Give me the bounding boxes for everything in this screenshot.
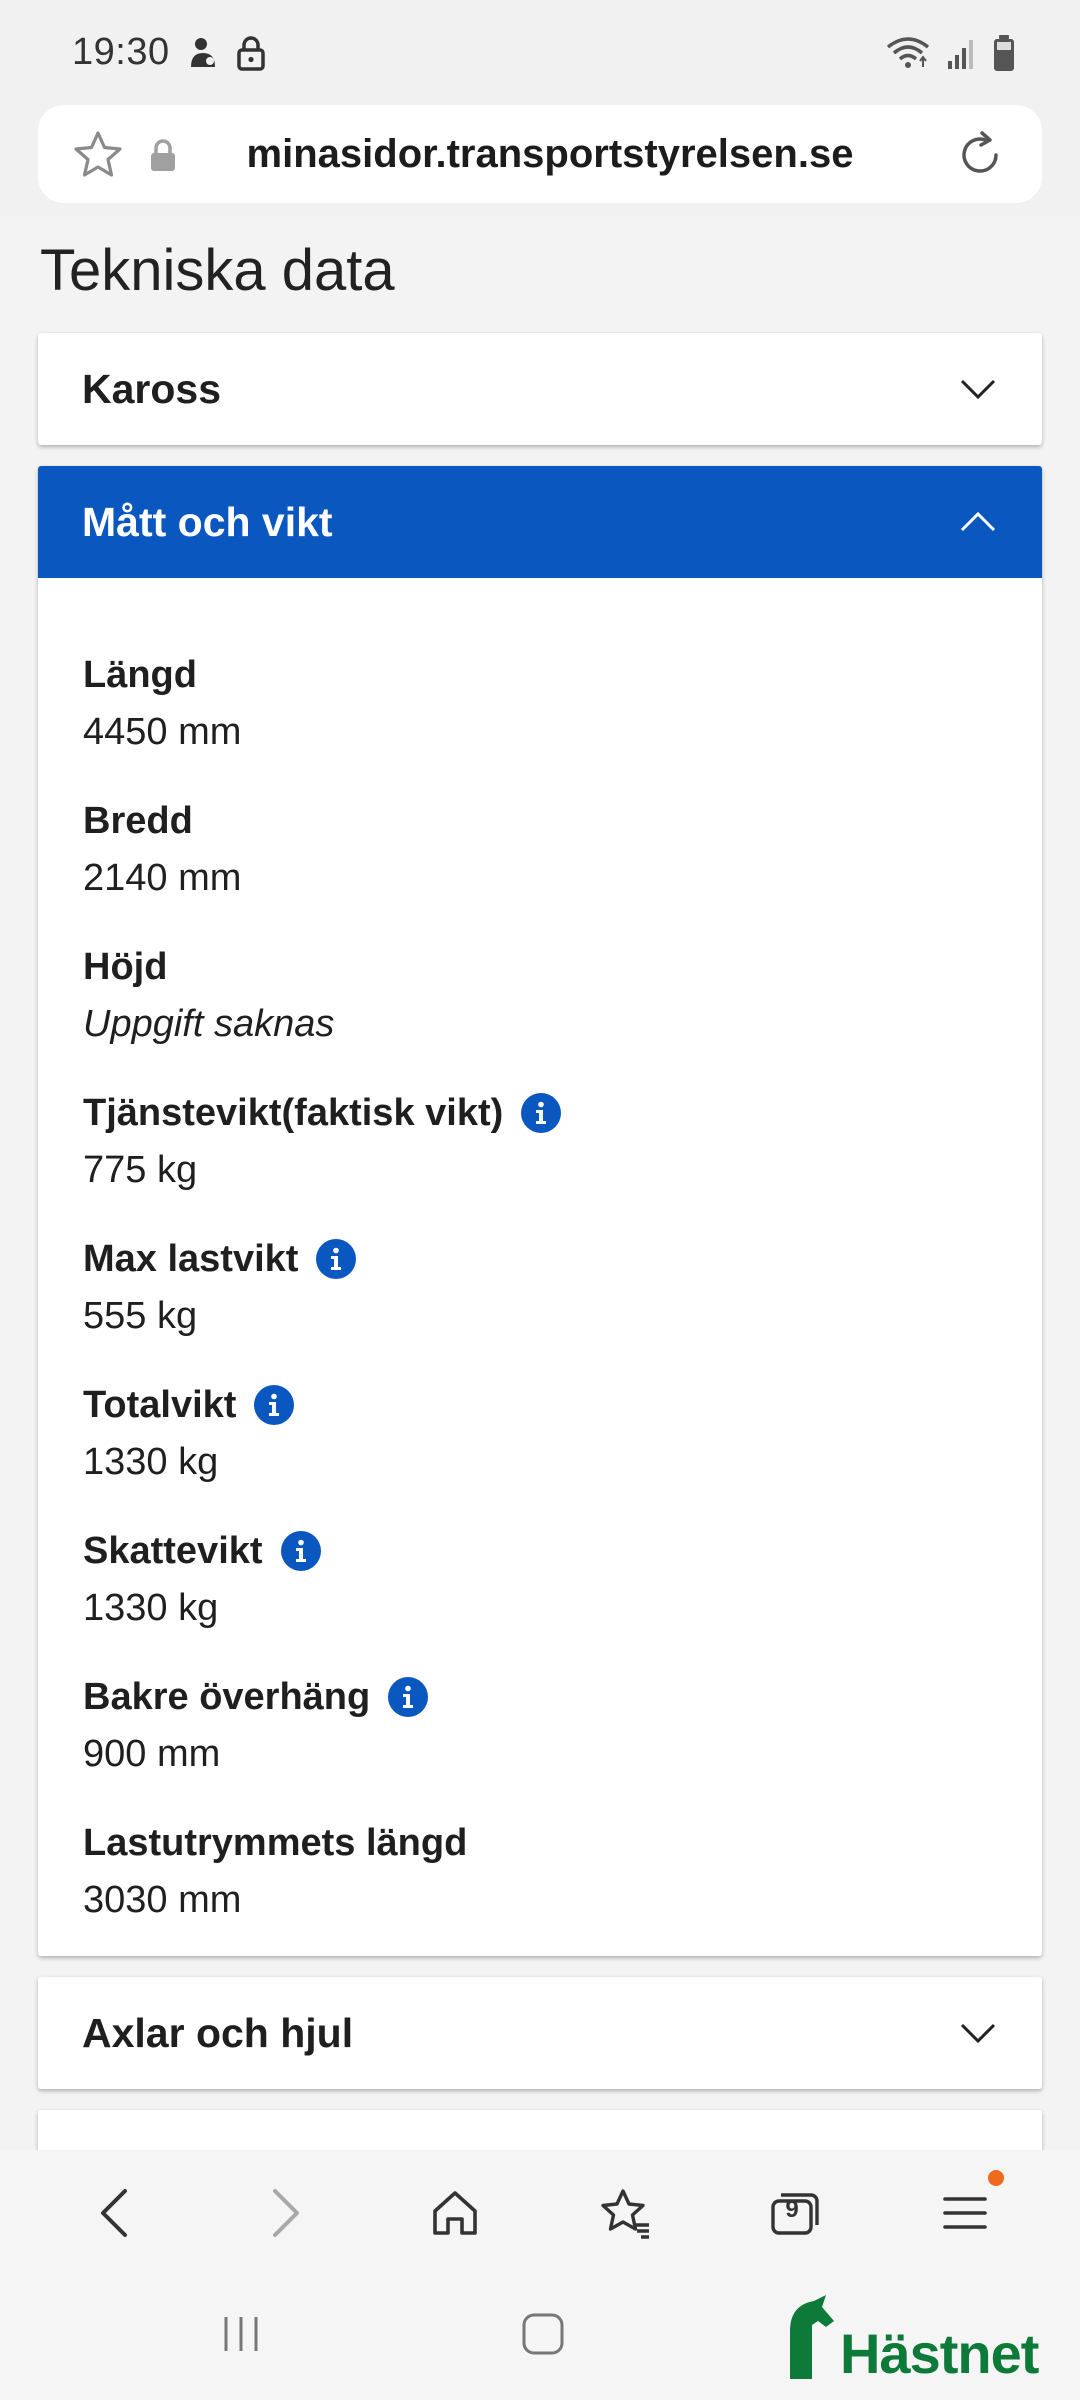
field-value: 1330 kg	[83, 1587, 219, 1629]
field-label-text: Tjänstevikt(faktisk vikt)	[83, 1091, 504, 1134]
field-value: 900 mm	[83, 1733, 221, 1775]
status-time: 19:30	[72, 31, 170, 73]
menu-button[interactable]	[920, 2168, 1010, 2258]
field-value: 1330 kg	[83, 1441, 219, 1483]
browser-bottom-nav: 9	[0, 2150, 1080, 2275]
lock-status-icon	[236, 35, 265, 71]
battery-icon	[994, 34, 1014, 71]
field-label-text: Skattevikt	[83, 1529, 263, 1572]
bookmarks-button[interactable]	[580, 2168, 670, 2258]
home-button[interactable]	[410, 2168, 500, 2258]
field-label-text: Lastutrymmets längd	[83, 1821, 468, 1864]
field-value: 4450 mm	[83, 711, 242, 753]
horse-logo-icon	[790, 2295, 834, 2379]
field-value: 555 kg	[83, 1295, 198, 1337]
field-label: Höjd	[83, 940, 998, 994]
accordion-kaross: Kaross	[38, 333, 1042, 445]
field-label: Lastutrymmets längd	[83, 1816, 998, 1870]
wifi-icon	[886, 36, 930, 68]
page-content: Tekniska data Kaross Mått och vikt Längd…	[0, 215, 1080, 2150]
bookmarks-star-icon	[601, 2188, 649, 2239]
field-label: Tjänstevikt(faktisk vikt)	[83, 1086, 998, 1140]
field-value-missing: Uppgift saknas	[83, 1003, 335, 1045]
chevron-down-icon	[960, 2023, 996, 2044]
field-value: 775 kg	[83, 1149, 198, 1191]
accordion-title: Kaross	[82, 365, 222, 412]
accordion-header-axlar-och-hjul[interactable]: Axlar och hjul	[38, 1977, 1042, 2089]
field-value: 2140 mm	[83, 857, 242, 899]
info-icon[interactable]	[388, 1677, 429, 1717]
field-value: 3030 mm	[83, 1879, 242, 1921]
accordion-header-matt-och-vikt[interactable]: Mått och vikt	[38, 466, 1042, 578]
accordion-title: Axlar och hjul	[82, 2009, 354, 2056]
info-icon[interactable]	[254, 1385, 295, 1425]
field-label-text: Höjd	[83, 945, 168, 988]
accordion-axlar-och-hjul: Axlar och hjul	[38, 1977, 1042, 2089]
tabs-button[interactable]: 9	[750, 2168, 840, 2258]
watermark-text: Hästnet	[840, 2322, 1039, 2385]
url-text[interactable]: minasidor.transportstyrelsen.se	[198, 105, 902, 203]
system-home-icon[interactable]	[520, 2311, 566, 2357]
field-bredd: Bredd 2140 mm	[83, 794, 998, 908]
field-label: Skattevikt	[83, 1524, 998, 1578]
forward-arrow-icon	[273, 2188, 299, 2237]
field-skattevikt: Skattevikt 1330 kg	[83, 1524, 998, 1638]
info-icon[interactable]	[280, 1531, 321, 1571]
field-label: Bakre överhäng	[83, 1670, 998, 1724]
app-notification-icon	[190, 37, 215, 67]
accordion-next-partial[interactable]	[38, 2110, 1042, 2150]
bookmark-star-icon[interactable]	[72, 129, 124, 181]
field-label-text: Max lastvikt	[83, 1237, 299, 1280]
status-right	[886, 33, 1016, 73]
field-tjanstevikt: Tjänstevikt(faktisk vikt) 775 kg	[83, 1086, 998, 1200]
signal-icon	[948, 39, 973, 69]
home-icon	[433, 2190, 477, 2235]
tabs-count: 9	[785, 2195, 799, 2223]
field-label-text: Bakre överhäng	[83, 1675, 371, 1718]
field-label-text: Längd	[83, 653, 197, 696]
field-hojd: Höjd Uppgift saknas	[83, 940, 998, 1054]
field-lastutrymmets-langd: Lastutrymmets längd 3030 mm	[83, 1816, 998, 1930]
secure-lock-icon[interactable]	[148, 137, 178, 173]
hastnet-watermark: Hästnet	[780, 2285, 1040, 2385]
accordion-header-kaross[interactable]: Kaross	[38, 333, 1042, 445]
recent-apps-icon[interactable]	[218, 2311, 264, 2357]
field-max-lastvikt: Max lastvikt 555 kg	[83, 1232, 998, 1346]
forward-button[interactable]	[240, 2168, 330, 2258]
field-label: Längd	[83, 648, 998, 702]
chevron-up-icon	[960, 511, 996, 532]
field-langd: Längd 4450 mm	[83, 648, 998, 762]
field-label: Max lastvikt	[83, 1232, 998, 1286]
field-label-text: Totalvikt	[83, 1383, 237, 1426]
address-bar[interactable]: minasidor.transportstyrelsen.se	[38, 105, 1042, 203]
info-icon[interactable]	[316, 1239, 357, 1279]
field-label: Bredd	[83, 794, 998, 848]
status-left: 19:30	[72, 31, 266, 74]
status-bar: 19:30	[0, 0, 1080, 105]
field-label: Totalvikt	[83, 1378, 998, 1432]
browser-toolbar: minasidor.transportstyrelsen.se	[0, 105, 1080, 215]
accordion-body: Längd 4450 mm Bredd 2140 mm Höjd Uppgift…	[38, 578, 1042, 2012]
back-button[interactable]	[70, 2168, 160, 2258]
menu-icon	[943, 2196, 987, 2229]
chevron-down-icon	[960, 379, 996, 400]
field-label-text: Bredd	[83, 799, 193, 842]
accordion-title: Mått och vikt	[82, 498, 333, 545]
system-navigation-bar: Hästnet	[0, 2275, 1080, 2400]
accordion-matt-och-vikt: Mått och vikt Längd 4450 mm Bredd 2140 m…	[38, 466, 1042, 1956]
info-icon[interactable]	[521, 1093, 562, 1133]
reload-icon[interactable]	[954, 129, 1006, 181]
field-totalvikt: Totalvikt 1330 kg	[83, 1378, 998, 1492]
page-title: Tekniska data	[40, 238, 395, 303]
back-arrow-icon	[101, 2188, 127, 2237]
field-bakre-overhang: Bakre överhäng 900 mm	[83, 1670, 998, 1784]
notification-dot	[988, 2169, 1004, 2186]
